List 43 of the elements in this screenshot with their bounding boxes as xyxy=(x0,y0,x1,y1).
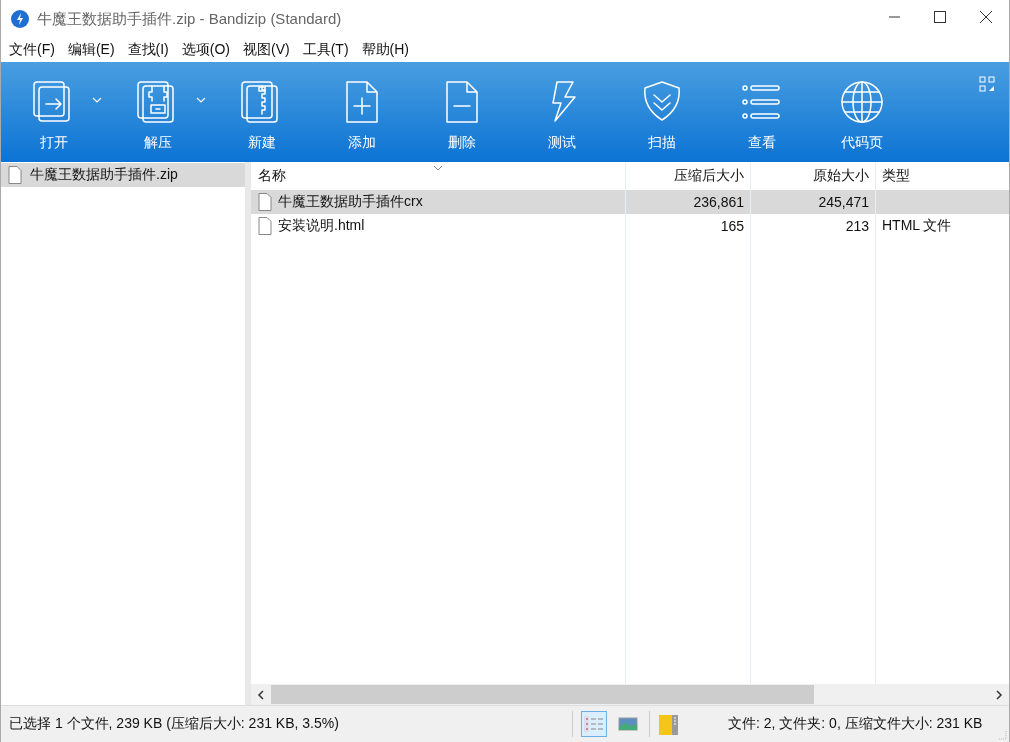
window-title: 牛魔王数据助手插件.zip - Bandizip (Standard) xyxy=(37,9,343,29)
details-view-button[interactable] xyxy=(581,711,607,737)
file-icon xyxy=(8,166,22,184)
packed-size: 165 xyxy=(720,218,744,234)
caret-icon[interactable] xyxy=(92,97,102,103)
packed-size: 236,861 xyxy=(693,194,744,210)
toolbar-button[interactable]: 打开 xyxy=(4,62,104,158)
toolbar-button[interactable]: 添加 xyxy=(312,62,412,158)
scrollbar-thumb[interactable] xyxy=(271,685,814,704)
menu-item[interactable]: 视图(V) xyxy=(243,41,290,59)
folder-icon[interactable] xyxy=(658,712,680,736)
resize-grip-icon[interactable] xyxy=(997,730,1007,740)
horizontal-scrollbar[interactable] xyxy=(251,684,1009,705)
file-name: 安装说明.html xyxy=(278,217,365,235)
menu-item[interactable]: 查找(I) xyxy=(127,41,169,59)
menu-item[interactable]: 编辑(E) xyxy=(67,41,115,59)
menu-item[interactable]: 文件(F) xyxy=(9,41,55,59)
column-header[interactable]: 类型 xyxy=(876,162,1009,190)
caret-icon[interactable] xyxy=(196,97,206,103)
menu-item[interactable]: 选项(O) xyxy=(181,41,230,59)
selection-status: 已选择 1 个文件, 239 KB (压缩后大小: 231 KB, 3.5%) xyxy=(9,715,340,733)
file-name: 牛魔王数据助手插件crx xyxy=(278,193,423,211)
toolbar-button[interactable]: 解压 xyxy=(108,62,208,158)
toolbar-button[interactable]: 删除 xyxy=(412,62,512,158)
original-size: 245,471 xyxy=(818,194,869,210)
file-type: HTML 文件 xyxy=(882,217,952,235)
toolbar-button[interactable]: 新建 xyxy=(212,62,312,158)
sort-caret-icon xyxy=(433,165,443,171)
toolbar-button[interactable]: 查看 xyxy=(712,62,812,158)
archive-summary: 文件: 2, 文件夹: 0, 压缩文件大小: 231 KB xyxy=(728,715,983,733)
app-logo-icon xyxy=(11,10,29,28)
toolbar-button[interactable]: 测试 xyxy=(512,62,612,158)
toolbar-button[interactable]: 代码页 xyxy=(812,62,912,158)
archive-tree-item[interactable]: 牛魔王数据助手插件.zip xyxy=(1,163,245,187)
file-row[interactable]: 安装说明.html 165 213 HTML 文件 xyxy=(251,214,1009,238)
toolbar-button[interactable]: 扫描 xyxy=(612,62,712,158)
file-icon xyxy=(258,193,272,211)
file-row[interactable]: 牛魔王数据助手插件crx 236,861 245,471 xyxy=(251,190,1009,214)
original-size: 213 xyxy=(845,218,869,234)
grid-icon[interactable] xyxy=(979,76,995,92)
menu-item[interactable]: 工具(T) xyxy=(302,41,349,59)
file-icon xyxy=(258,217,272,235)
menu-item[interactable]: 帮助(H) xyxy=(361,41,409,59)
